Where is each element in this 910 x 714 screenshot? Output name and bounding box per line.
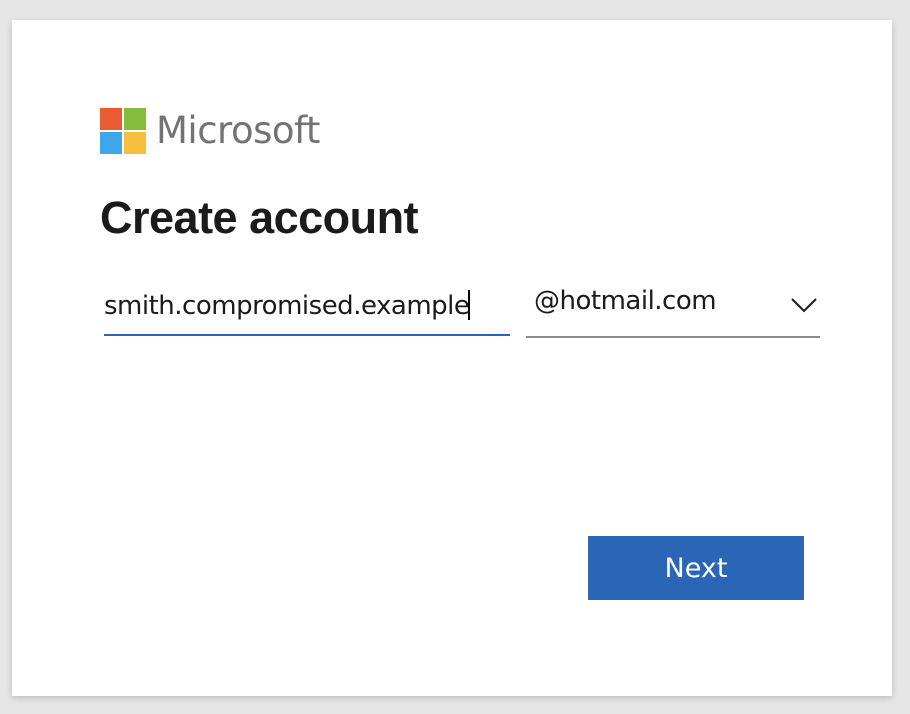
microsoft-logo-icon (100, 108, 146, 154)
email-username-text: smith.compromised.example (104, 291, 470, 321)
logo-yellow-square (124, 132, 146, 154)
text-caret (468, 290, 471, 320)
domain-select[interactable]: @hotmail.com (526, 282, 820, 338)
signup-card: Microsoft Create account smith.compromis… (12, 20, 892, 696)
email-username-value: smith.compromised.example (104, 290, 471, 321)
logo-green-square (124, 108, 146, 130)
next-button[interactable]: Next (588, 536, 804, 600)
logo-blue-square (100, 132, 122, 154)
logo-red-square (100, 108, 122, 130)
page-title: Create account (100, 192, 419, 243)
brand-name: Microsoft (156, 109, 320, 152)
microsoft-logo: Microsoft (100, 108, 320, 154)
email-username-input[interactable]: smith.compromised.example (104, 282, 510, 336)
domain-select-value: @hotmail.com (534, 286, 717, 316)
chevron-down-icon (791, 298, 817, 313)
